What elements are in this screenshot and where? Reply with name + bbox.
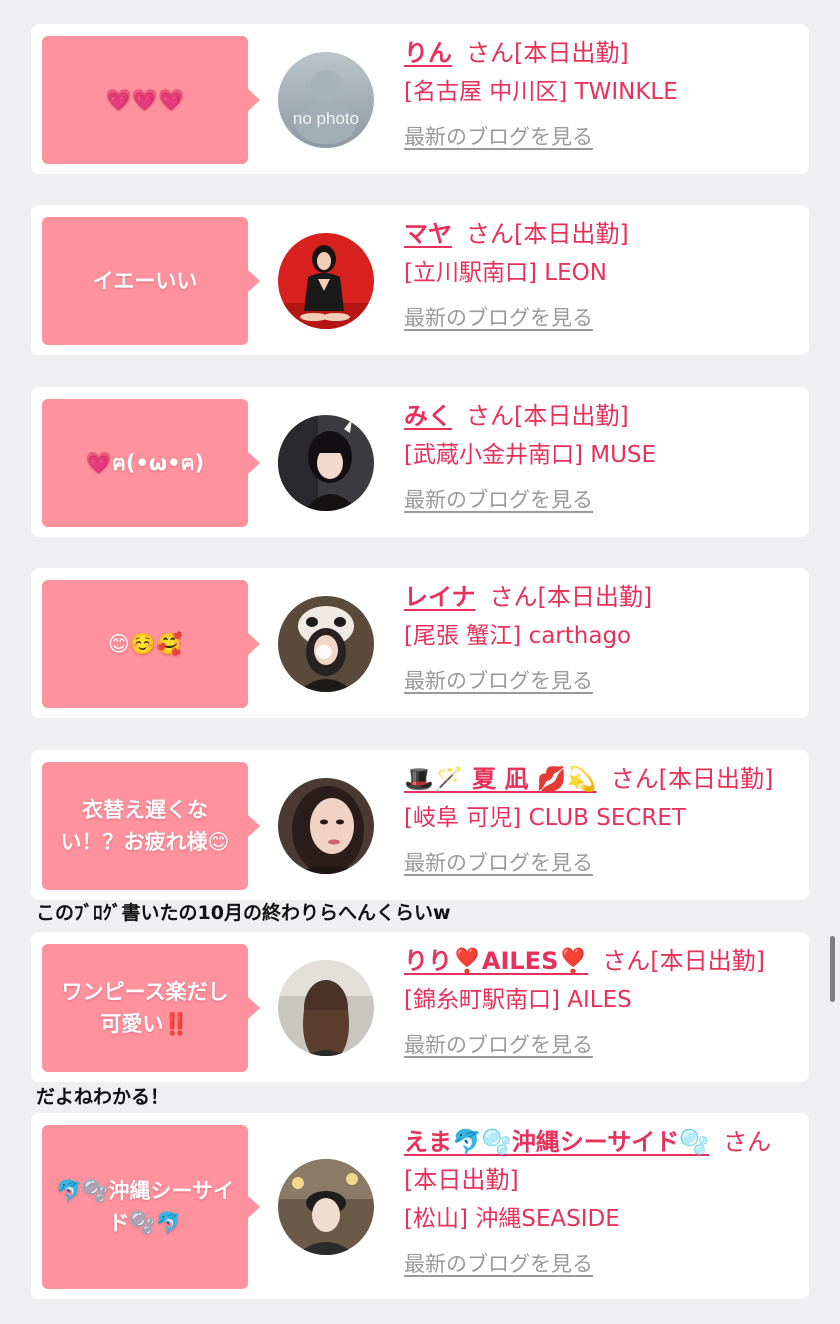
name-line: りん さん[本日出勤] (404, 36, 797, 70)
comment-text: ワンピース楽だし可愛い‼️ (61, 980, 229, 1036)
card-info: みく さん[本日出勤] [武蔵小金井南口] MUSE 最新のブログを見る (404, 399, 797, 515)
card-info: 🎩🪄 夏 凪 💋💫 さん[本日出勤] [岐阜 可児] CLUB SECRET 最新… (404, 762, 797, 878)
shop-location: [松山] 沖縄SEASIDE (404, 1206, 620, 1232)
work-status: [本日出勤] (404, 1166, 519, 1194)
name-line: レイナ さん[本日出勤] (404, 580, 797, 614)
shop-location: [錦糸町駅南口] AILES (404, 987, 632, 1013)
latest-blog-link[interactable]: 最新のブログを見る (404, 485, 593, 515)
cast-name-link[interactable]: レイナ (404, 583, 476, 611)
profile-photo-icon (278, 415, 374, 511)
overlay-caption: だよねわかる！ (36, 1086, 170, 1108)
avatar[interactable] (278, 596, 374, 692)
profile-photo-icon (278, 778, 374, 874)
work-status: [本日出勤] (537, 583, 653, 611)
honorific: さん (602, 947, 651, 975)
blog-card: 衣替え遅くない！？お疲れ様😊 🎩🪄 夏 凪 💋💫 さん[本日出勤] [岐阜 可児]… (31, 750, 809, 900)
profile-photo-icon (278, 1159, 374, 1255)
cast-name-link[interactable]: りん (404, 39, 452, 67)
cast-name-link[interactable]: えま🐬🫧沖縄シーサイド🫧 (404, 1128, 709, 1156)
cast-name-link[interactable]: 🎩🪄 夏 凪 💋💫 (404, 765, 597, 793)
profile-photo-icon (278, 596, 374, 692)
work-status: [本日出勤] (514, 220, 629, 248)
honorific: さん (466, 402, 514, 430)
latest-blog-link[interactable]: 最新のブログを見る (404, 848, 593, 878)
card-info: マヤ さん[本日出勤] [立川駅南口] LEON 最新のブログを見る (404, 217, 797, 333)
name-line: えま🐬🫧沖縄シーサイド🫧 さん [本日出勤] (404, 1125, 797, 1197)
latest-blog-link[interactable]: 最新のブログを見る (404, 666, 593, 696)
comment-text: 🐬🫧沖縄シーサイド🫧🐬 (56, 1179, 234, 1235)
honorific: さん (610, 765, 659, 793)
work-status: [本日出勤] (514, 402, 629, 430)
blog-card: 💗💗💗 no photo りん さん[本日出勤] [名古屋 中川区] TWINK… (31, 24, 809, 174)
avatar[interactable] (278, 778, 374, 874)
comment-bubble: イエーいい (42, 217, 260, 345)
work-status: [本日出勤] (650, 947, 765, 975)
profile-photo-icon (278, 233, 374, 329)
cast-name-link[interactable]: りり❣️AILES❣️ (404, 947, 588, 975)
comment-bubble: 衣替え遅くない！？お疲れ様😊 (42, 762, 260, 890)
profile-photo-icon (278, 960, 374, 1056)
card-info: えま🐬🫧沖縄シーサイド🫧 さん [本日出勤] [松山] 沖縄SEASIDE 最新のブ… (404, 1125, 797, 1279)
blog-card: 😊☺️🥰 レイナ さん[本日出勤] [尾張 蟹江] carthago 最新のブログ… (31, 568, 809, 718)
work-status: [本日出勤] (658, 765, 774, 793)
blog-card: 🐬🫧沖縄シーサイド🫧🐬 えま🐬🫧沖縄シーサイド🫧 さん [本日出勤] [松山] 沖縄… (31, 1113, 809, 1299)
latest-blog-link[interactable]: 最新のブログを見る (404, 122, 593, 152)
name-line: マヤ さん[本日出勤] (404, 217, 797, 251)
avatar[interactable]: no photo (278, 52, 374, 148)
shop-location: [武蔵小金井南口] MUSE (404, 442, 657, 468)
shop-location: [立川駅南口] LEON (404, 260, 607, 286)
blog-card: 💗ฅ(•ω•ฅ) みく さん[本日出勤] [武蔵小金井南口] MUSE 最新のブロ… (31, 387, 809, 537)
work-status: [本日出勤] (514, 39, 629, 67)
comment-bubble: 💗ฅ(•ω•ฅ) (42, 399, 260, 527)
name-line: りり❣️AILES❣️ さん[本日出勤] (404, 944, 797, 978)
comment-text: イエーいい (92, 269, 198, 293)
honorific: さん (466, 39, 514, 67)
overlay-caption: このﾌﾞﾛｸﾞ書いたの10月の終わりらへんくらいw (36, 902, 451, 924)
card-info: りり❣️AILES❣️ さん[本日出勤] [錦糸町駅南口] AILES 最新のブロ… (404, 944, 797, 1060)
honorific: さん (723, 1128, 772, 1156)
honorific: さん (466, 220, 514, 248)
comment-text: 😊☺️🥰 (107, 632, 183, 656)
latest-blog-link[interactable]: 最新のブログを見る (404, 1030, 593, 1060)
avatar[interactable] (278, 233, 374, 329)
comment-text: 💗💗💗 (105, 88, 185, 112)
avatar[interactable] (278, 960, 374, 1056)
scrollbar[interactable] (830, 936, 835, 1002)
comment-text: 💗ฅ(•ω•ฅ) (85, 451, 205, 475)
cast-name-link[interactable]: マヤ (404, 220, 452, 248)
shop-location: [岐阜 可児] CLUB SECRET (404, 805, 686, 831)
card-info: レイナ さん[本日出勤] [尾張 蟹江] carthago 最新のブログを見る (404, 580, 797, 696)
name-line: みく さん[本日出勤] (404, 399, 797, 433)
cast-name-link[interactable]: みく (404, 402, 452, 430)
latest-blog-link[interactable]: 最新のブログを見る (404, 303, 593, 333)
avatar[interactable] (278, 1159, 374, 1255)
blog-card: ワンピース楽だし可愛い‼️ りり❣️AILES❣️ さん[本日出勤] [錦糸町駅南… (31, 932, 809, 1082)
honorific: さん (489, 583, 538, 611)
shop-location: [尾張 蟹江] carthago (404, 623, 632, 649)
comment-text: 衣替え遅くない！？お疲れ様😊 (60, 798, 230, 854)
card-info: りん さん[本日出勤] [名古屋 中川区] TWINKLE 最新のブログを見る (404, 36, 797, 152)
comment-bubble: 😊☺️🥰 (42, 580, 260, 708)
no-photo-text: no photo (293, 109, 359, 128)
name-line: 🎩🪄 夏 凪 💋💫 さん[本日出勤] (404, 762, 797, 796)
shop-location: [名古屋 中川区] TWINKLE (404, 79, 678, 105)
comment-bubble: ワンピース楽だし可愛い‼️ (42, 944, 260, 1072)
latest-blog-link[interactable]: 最新のブログを見る (404, 1249, 593, 1279)
no-photo-placeholder-icon: no photo (278, 52, 374, 148)
blog-feed: 💗💗💗 no photo りん さん[本日出勤] [名古屋 中川区] TWINK… (0, 0, 840, 1324)
comment-bubble: 💗💗💗 (42, 36, 260, 164)
blog-card: イエーいい マヤ さん[本日出勤] [立川駅南口] LEON 最新のブログを見る (31, 205, 809, 355)
comment-bubble: 🐬🫧沖縄シーサイド🫧🐬 (42, 1125, 260, 1289)
avatar[interactable] (278, 415, 374, 511)
